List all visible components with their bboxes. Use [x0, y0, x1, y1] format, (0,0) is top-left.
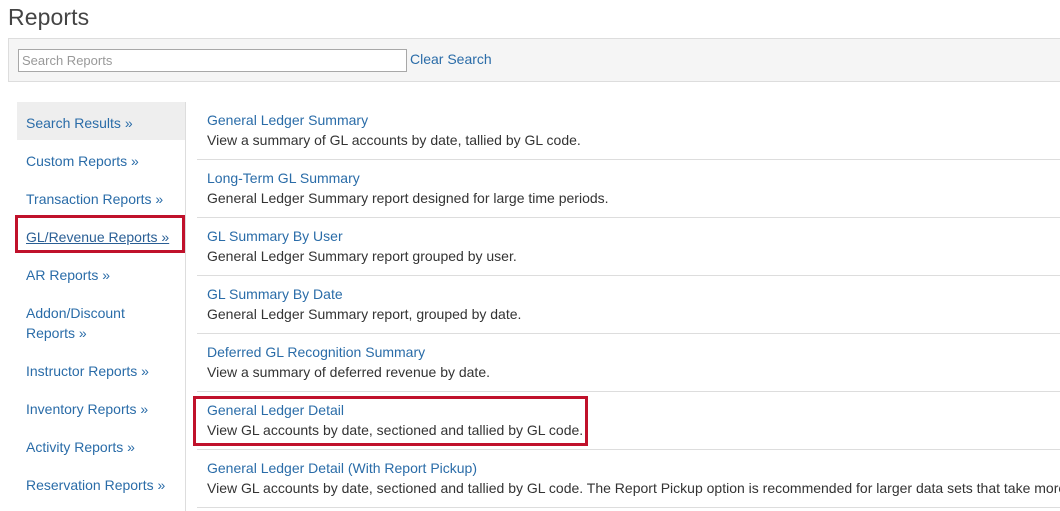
sidebar-item-label: Instructor Reports » — [26, 363, 149, 379]
report-row-general-ledger-summary: General Ledger Summary View a summary of… — [197, 102, 1060, 160]
search-input[interactable] — [18, 49, 407, 72]
sidebar-item-label: AR Reports » — [26, 267, 111, 283]
sidebar-item-transaction-reports[interactable]: Transaction Reports » — [17, 178, 185, 216]
sidebar-item-label: Reservation Reports » — [26, 477, 166, 493]
sidebar-item-label: Inventory Reports » — [26, 401, 149, 417]
sidebar-item-ar-reports[interactable]: AR Reports » — [17, 254, 185, 292]
report-row-general-ledger-detail-with-pickup: General Ledger Detail (With Report Picku… — [197, 450, 1060, 508]
sidebar-item-reservation-reports[interactable]: Reservation Reports » — [17, 464, 185, 502]
sidebar-item-label: Activity Reports » — [26, 439, 135, 455]
report-link[interactable]: General Ledger Detail — [207, 402, 1060, 419]
report-row-long-term-gl-summary: Long-Term GL Summary General Ledger Summ… — [197, 160, 1060, 218]
report-link[interactable]: Deferred GL Recognition Summary — [207, 344, 1060, 361]
report-category-sidebar: Search Results » Custom Reports » Transa… — [17, 102, 186, 511]
report-link[interactable]: Long-Term GL Summary — [207, 170, 1060, 187]
sidebar-item-addon-discount-reports[interactable]: Addon/Discount Reports » — [17, 292, 185, 350]
report-description: General Ledger Summary report grouped by… — [207, 248, 517, 264]
sidebar-item-gl-revenue-reports[interactable]: GL/Revenue Reports » — [17, 216, 185, 254]
report-row-gl-summary-by-date: GL Summary By Date General Ledger Summar… — [197, 276, 1060, 334]
report-row-general-ledger-detail: General Ledger Detail View GL accounts b… — [197, 392, 1060, 450]
sidebar-item-custom-reports[interactable]: Custom Reports » — [17, 140, 185, 178]
sidebar-item-label: Transaction Reports » — [26, 191, 164, 207]
sidebar-item-label: GL/Revenue Reports » — [26, 229, 170, 245]
sidebar-item-activity-reports[interactable]: Activity Reports » — [17, 426, 185, 464]
report-description: View GL accounts by date, sectioned and … — [207, 422, 584, 438]
report-description: General Ledger Summary report designed f… — [207, 190, 609, 206]
report-description: View GL accounts by date, sectioned and … — [207, 480, 1060, 496]
report-link[interactable]: GL Summary By User — [207, 228, 1060, 245]
report-row-deferred-gl-recognition-summary: Deferred GL Recognition Summary View a s… — [197, 334, 1060, 392]
report-link[interactable]: General Ledger Summary — [207, 112, 1060, 129]
report-description: View a summary of GL accounts by date, t… — [207, 132, 581, 148]
report-row-gl-summary-by-user: GL Summary By User General Ledger Summar… — [197, 218, 1060, 276]
report-link[interactable]: General Ledger Detail (With Report Picku… — [207, 460, 1060, 477]
sidebar-item-label: Addon/Discount Reports » — [26, 305, 125, 341]
sidebar-item-label: Custom Reports » — [26, 153, 139, 169]
report-description: General Ledger Summary report, grouped b… — [207, 306, 522, 322]
report-list: General Ledger Summary View a summary of… — [197, 102, 1060, 508]
report-link[interactable]: GL Summary By Date — [207, 286, 1060, 303]
sidebar-item-inventory-reports[interactable]: Inventory Reports » — [17, 388, 185, 426]
report-description: View a summary of deferred revenue by da… — [207, 364, 491, 380]
clear-search-link[interactable]: Clear Search — [410, 51, 492, 67]
sidebar-item-label: Search Results » — [26, 115, 133, 131]
search-bar: Clear Search — [8, 38, 1060, 82]
page-title: Reports — [8, 4, 90, 30]
sidebar-item-instructor-reports[interactable]: Instructor Reports » — [17, 350, 185, 388]
sidebar-item-search-results[interactable]: Search Results » — [17, 102, 185, 140]
